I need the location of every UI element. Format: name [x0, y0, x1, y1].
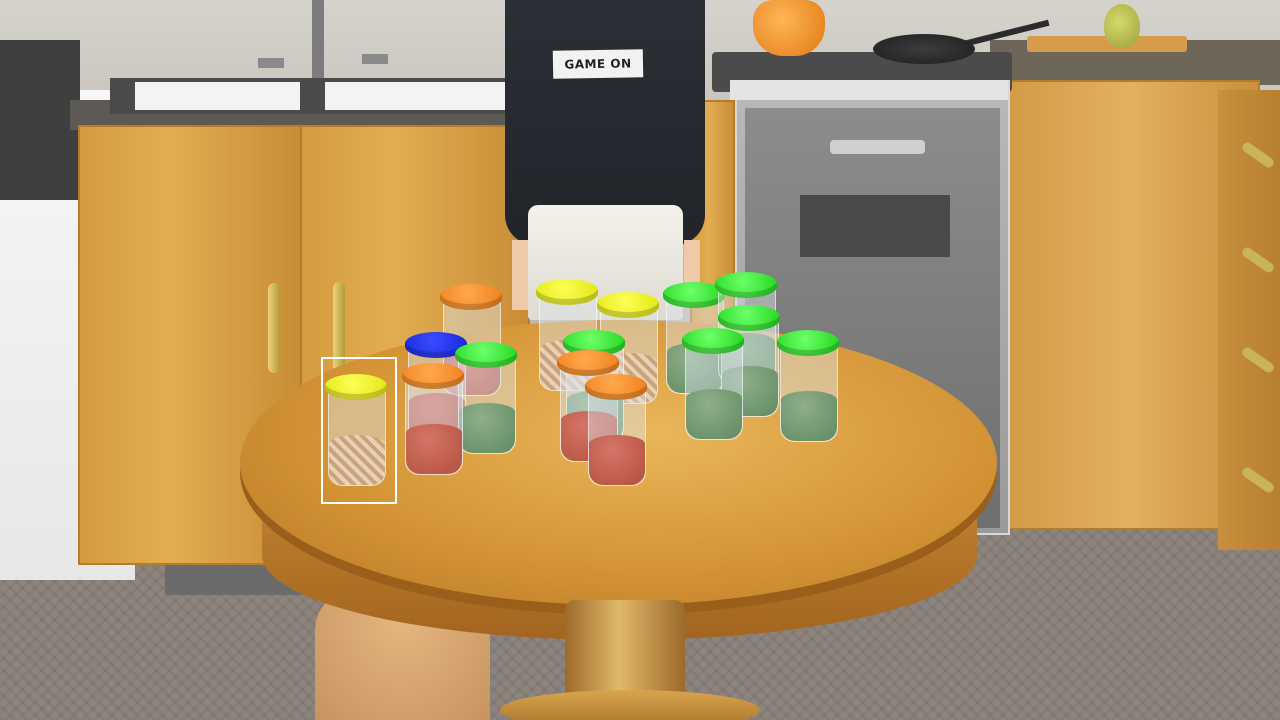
spice-jar[interactable]	[682, 328, 744, 440]
spice-jar[interactable]	[402, 363, 464, 475]
shirt-text: GAME ON	[552, 49, 644, 79]
jar-lid	[455, 342, 517, 368]
jar-lid	[536, 279, 598, 305]
dishwasher-panel	[0, 40, 80, 200]
frying-pan	[873, 34, 975, 64]
jar-lid	[402, 363, 464, 389]
jar-lid	[597, 292, 659, 318]
spice-jar[interactable]	[455, 342, 517, 454]
faucet	[312, 0, 324, 78]
tap-right	[362, 54, 388, 64]
jar-lid	[557, 350, 619, 376]
spice-jar[interactable]	[777, 330, 839, 442]
cabinet-handle	[268, 283, 280, 373]
sink	[110, 78, 515, 114]
oven-window	[800, 195, 950, 257]
character-arm-left	[512, 240, 528, 310]
pear	[1104, 4, 1140, 48]
stove-control-panel	[730, 80, 1008, 100]
sink-basin-right	[325, 82, 510, 110]
jar-lid	[715, 272, 777, 298]
spice-jar[interactable]	[585, 374, 647, 486]
game-scene: GAME ON	[0, 0, 1280, 720]
tap-left	[258, 58, 284, 68]
sink-basin-left	[135, 82, 300, 110]
jar-lid	[440, 284, 502, 310]
oven-handle	[830, 140, 925, 154]
jar-lid	[682, 328, 744, 354]
selection-box	[321, 357, 397, 504]
jar-lid	[777, 330, 839, 356]
kettle	[753, 0, 825, 56]
jar-lid	[585, 374, 647, 400]
